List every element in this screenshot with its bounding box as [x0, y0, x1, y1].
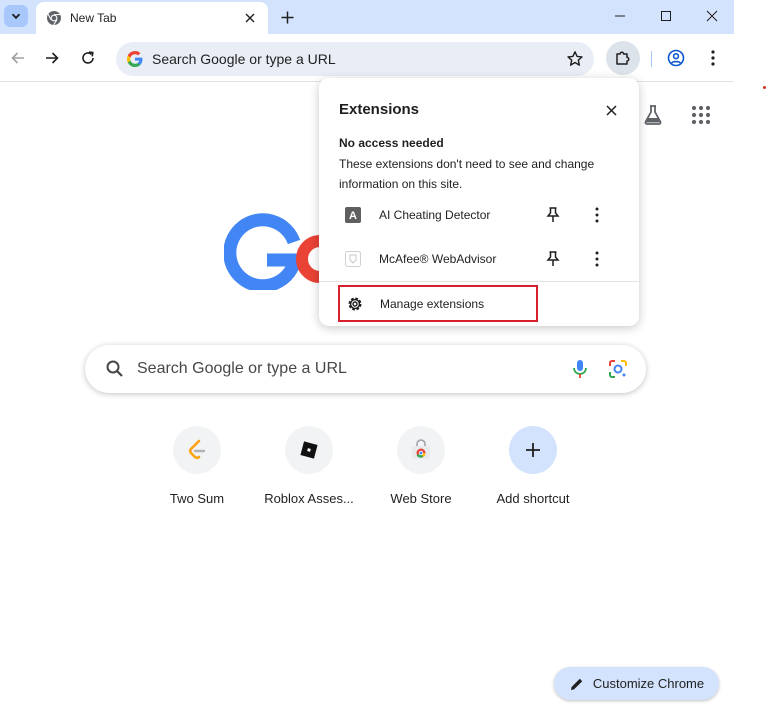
svg-text:A: A: [349, 210, 357, 222]
pin-icon: [546, 207, 560, 222]
shortcut-tile: [509, 426, 557, 474]
shortcut-label: Web Store: [390, 491, 452, 506]
extension-more-button[interactable]: [587, 249, 607, 269]
chrome-icon: [46, 10, 62, 26]
extension-row-ai-cheating-detector[interactable]: A AI Cheating Detector: [319, 195, 639, 235]
extension-name: McAfee® WebAdvisor: [379, 252, 497, 266]
popup-close-button[interactable]: [599, 98, 623, 122]
omnibox[interactable]: Search Google or type a URL: [116, 42, 594, 76]
tab-title: New Tab: [70, 11, 117, 25]
google-apps-icon[interactable]: [689, 103, 713, 127]
pencil-icon: [569, 676, 585, 692]
tab-search-button[interactable]: [4, 5, 28, 27]
close-icon: [605, 104, 617, 116]
google-logo: [223, 208, 344, 293]
chevron-down-icon: [11, 13, 21, 20]
puzzle-icon: [616, 51, 630, 65]
reload-button[interactable]: [76, 46, 100, 70]
shortcut-label: Add shortcut: [496, 491, 570, 506]
kebab-menu-icon: [711, 50, 715, 66]
arrow-right-icon: [46, 52, 59, 64]
manage-extensions-button[interactable]: Manage extensions: [338, 285, 538, 322]
section-title: No access needed: [339, 136, 444, 150]
google-lens-icon[interactable]: [606, 357, 630, 381]
kebab-menu-icon: [595, 207, 599, 223]
profile-button[interactable]: [664, 46, 688, 70]
toolbar-divider: [651, 51, 652, 67]
tab-new-tab[interactable]: New Tab: [36, 2, 268, 34]
shortcut-tile: [397, 426, 445, 474]
minimize-icon: [615, 15, 625, 17]
extension-row-mcafee[interactable]: McAfee® WebAdvisor: [319, 239, 639, 279]
ntp-search-box[interactable]: Search Google or type a URL: [85, 345, 646, 393]
arrow-left-icon: [11, 52, 24, 64]
popup-divider: [319, 281, 639, 282]
omnibox-placeholder: Search Google or type a URL: [152, 51, 336, 67]
shortcut-roblox[interactable]: Roblox Asses...: [253, 426, 365, 516]
shortcut-tile: [173, 426, 221, 474]
section-description: These extensions don't need to see and c…: [339, 157, 595, 191]
minimize-button[interactable]: [597, 4, 643, 28]
close-window-button[interactable]: [689, 4, 735, 28]
kebab-menu-icon: [595, 251, 599, 267]
pin-button[interactable]: [543, 249, 563, 269]
shortcut-tile: [285, 426, 333, 474]
chrome-web-store-icon: [412, 439, 430, 459]
new-tab-button[interactable]: [276, 6, 298, 28]
extension-name: AI Cheating Detector: [379, 208, 491, 222]
extensions-popup: Extensions No access needed These extens…: [319, 78, 639, 326]
toolbar: Search Google or type a URL: [0, 34, 734, 82]
plus-icon: [281, 11, 293, 23]
pin-icon: [546, 251, 560, 266]
maximize-button[interactable]: [643, 4, 689, 28]
maximize-icon: [661, 11, 671, 21]
search-icon: [105, 359, 125, 379]
customize-chrome-label: Customize Chrome: [592, 676, 705, 691]
reload-icon: [82, 51, 94, 64]
extensions-button[interactable]: [606, 41, 640, 75]
close-icon: [706, 10, 718, 22]
shortcut-web-store[interactable]: Web Store: [365, 426, 477, 516]
leetcode-icon: [188, 439, 206, 460]
popup-title: Extensions: [339, 101, 420, 118]
google-g-icon: [126, 50, 144, 68]
shortcut-two-sum[interactable]: Two Sum: [141, 426, 253, 516]
profile-icon: [667, 49, 685, 67]
extension-more-button[interactable]: [587, 205, 607, 225]
pin-button[interactable]: [543, 205, 563, 225]
mcafee-icon: [345, 251, 361, 267]
shortcut-add[interactable]: Add shortcut: [477, 426, 589, 516]
customize-chrome-button[interactable]: Customize Chrome: [554, 667, 719, 700]
plus-icon: [526, 443, 540, 457]
shortcut-label: Two Sum: [169, 491, 225, 506]
gear-icon: [346, 295, 364, 313]
chrome-menu-button[interactable]: [701, 46, 725, 70]
back-button[interactable]: [6, 46, 30, 70]
close-icon: [245, 13, 255, 23]
tab-close-button[interactable]: [242, 10, 258, 26]
roblox-icon: [300, 441, 318, 459]
ntp-search-placeholder: Search Google or type a URL: [137, 360, 347, 377]
microphone-icon[interactable]: [568, 357, 592, 381]
tab-strip: New Tab: [0, 0, 734, 34]
bookmark-star-icon[interactable]: [566, 50, 584, 68]
labs-flask-icon[interactable]: [641, 103, 665, 127]
forward-button[interactable]: [40, 46, 64, 70]
manage-extensions-label: Manage extensions: [380, 296, 485, 311]
shortcut-label: Roblox Asses...: [264, 491, 354, 506]
cursor-dot: [763, 86, 766, 89]
letter-a-icon: A: [345, 207, 361, 223]
